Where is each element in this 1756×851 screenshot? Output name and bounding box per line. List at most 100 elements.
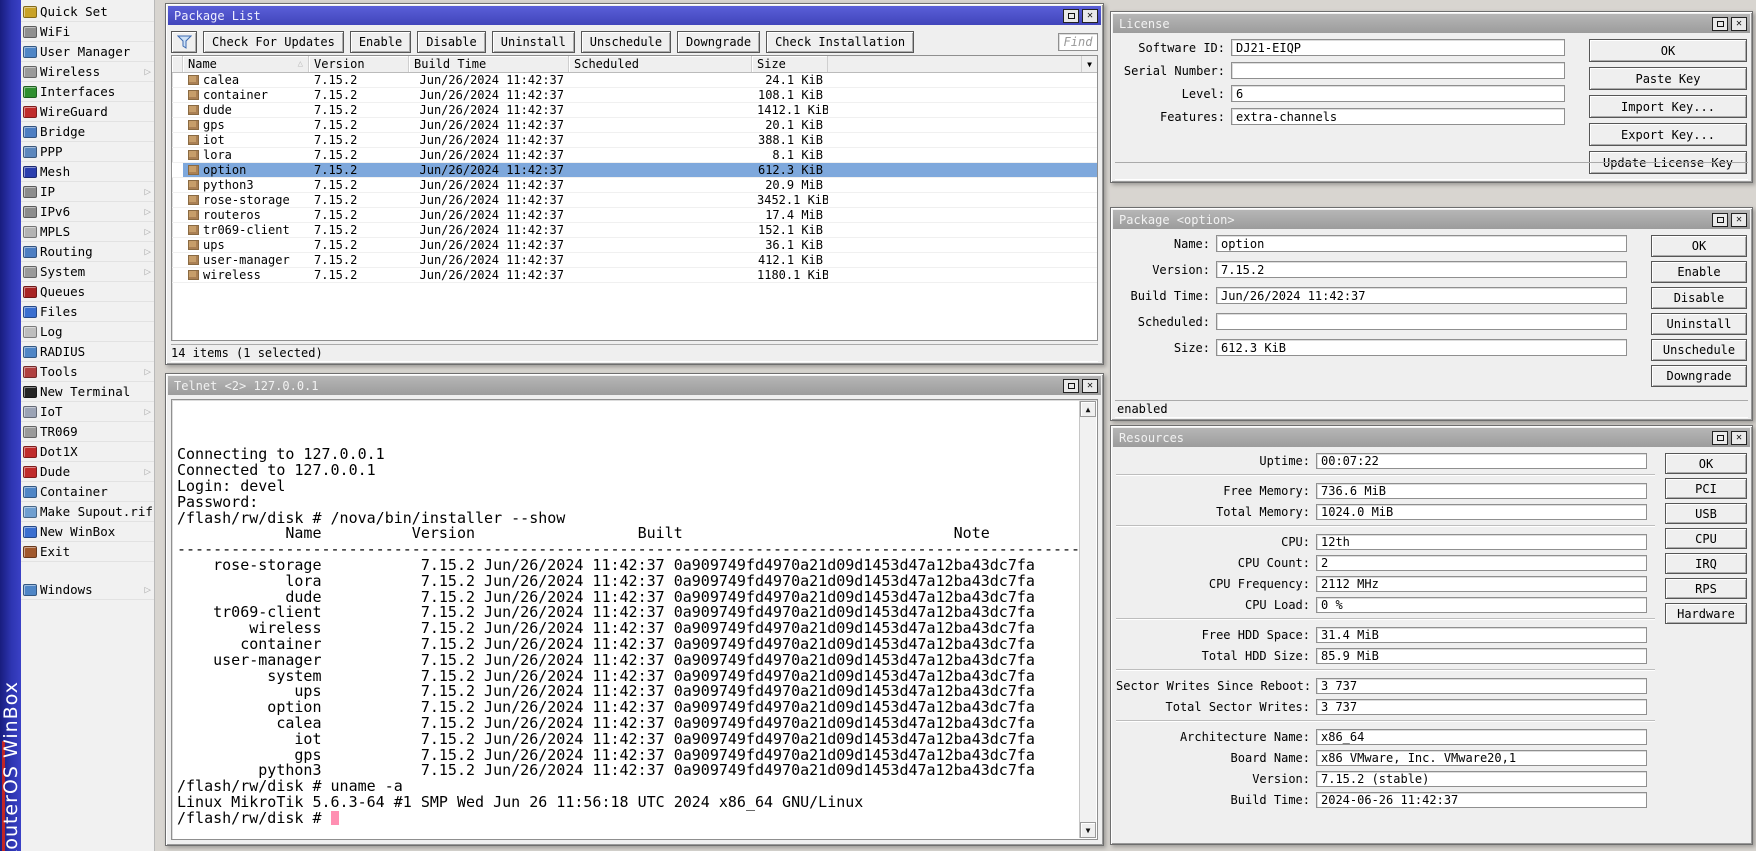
field-input[interactable]: 2: [1316, 555, 1647, 571]
table-row[interactable]: option 7.15.2 Jun/26/2024 11:42:37 612.3…: [172, 163, 1097, 178]
action-button[interactable]: USB: [1665, 503, 1747, 524]
sidebar-item[interactable]: PPP ▷: [21, 142, 154, 162]
table-row[interactable]: container 7.15.2 Jun/26/2024 11:42:37 10…: [172, 88, 1097, 103]
sidebar-item[interactable]: Wireless ▷: [21, 62, 154, 82]
sidebar-item[interactable]: Container ▷: [21, 482, 154, 502]
sidebar-item[interactable]: IoT ▷: [21, 402, 154, 422]
field-input[interactable]: 00:07:22: [1316, 453, 1647, 469]
sidebar-item[interactable]: System ▷: [21, 262, 154, 282]
toolbar-button[interactable]: Enable: [350, 31, 411, 53]
toolbar-button[interactable]: Uninstall: [492, 31, 575, 53]
sidebar-item[interactable]: Files ▷: [21, 302, 154, 322]
maximize-button[interactable]: [1712, 431, 1728, 445]
field-input[interactable]: [1231, 62, 1565, 79]
table-row[interactable]: lora 7.15.2 Jun/26/2024 11:42:37 8.1 KiB: [172, 148, 1097, 163]
field-input[interactable]: 85.9 MiB: [1316, 648, 1647, 664]
close-button[interactable]: ✕: [1082, 379, 1098, 393]
field-input[interactable]: 1024.0 MiB: [1316, 504, 1647, 520]
sidebar-item[interactable]: Log ▷: [21, 322, 154, 342]
sidebar-item[interactable]: Dot1X ▷: [21, 442, 154, 462]
table-row[interactable]: wireless 7.15.2 Jun/26/2024 11:42:37 118…: [172, 268, 1097, 283]
maximize-button[interactable]: [1712, 17, 1728, 31]
table-row[interactable]: rose-storage 7.15.2 Jun/26/2024 11:42:37…: [172, 193, 1097, 208]
sidebar-item[interactable]: WiFi ▷: [21, 22, 154, 42]
close-button[interactable]: ✕: [1082, 9, 1098, 23]
sidebar-item[interactable]: Queues ▷: [21, 282, 154, 302]
field-input[interactable]: extra-channels: [1231, 108, 1565, 125]
action-button[interactable]: Downgrade: [1651, 365, 1747, 387]
terminal-scrollbar[interactable]: ▲ ▼: [1079, 401, 1096, 838]
package-list-titlebar[interactable]: Package List ✕: [168, 6, 1101, 25]
action-button[interactable]: OK: [1651, 235, 1747, 257]
action-button[interactable]: OK: [1589, 39, 1747, 62]
sidebar-item[interactable]: IPv6 ▷: [21, 202, 154, 222]
table-row[interactable]: python3 7.15.2 Jun/26/2024 11:42:37 20.9…: [172, 178, 1097, 193]
sidebar-item[interactable]: User Manager ▷: [21, 42, 154, 62]
terminal-area[interactable]: Connecting to 127.0.0.1 Connected to 127…: [171, 399, 1098, 840]
field-input[interactable]: 0 %: [1316, 597, 1647, 613]
field-input[interactable]: 3 737: [1316, 678, 1647, 694]
maximize-button[interactable]: [1063, 379, 1079, 393]
sidebar-item[interactable]: Routing ▷: [21, 242, 154, 262]
sidebar-item-windows[interactable]: Windows ▷: [21, 580, 154, 600]
action-button[interactable]: IRQ: [1665, 553, 1747, 574]
field-input[interactable]: x86_64: [1316, 729, 1647, 745]
field-input[interactable]: 7.15.2 (stable): [1316, 771, 1647, 787]
action-button[interactable]: PCI: [1665, 478, 1747, 499]
scroll-down-icon[interactable]: ▼: [1080, 822, 1096, 838]
sidebar-item[interactable]: Dude ▷: [21, 462, 154, 482]
action-button[interactable]: Enable: [1651, 261, 1747, 283]
table-row[interactable]: dude 7.15.2 Jun/26/2024 11:42:37 1412.1 …: [172, 103, 1097, 118]
scheduled-column-header[interactable]: Scheduled: [569, 56, 752, 72]
field-input[interactable]: 3 737: [1316, 699, 1647, 715]
field-input[interactable]: 2112 MHz: [1316, 576, 1647, 592]
table-row[interactable]: ups 7.15.2 Jun/26/2024 11:42:37 36.1 KiB: [172, 238, 1097, 253]
action-button[interactable]: Paste Key: [1589, 67, 1747, 90]
toolbar-button[interactable]: Check For Updates: [203, 31, 344, 53]
size-column-header[interactable]: Size: [752, 56, 828, 72]
sidebar-item[interactable]: Interfaces ▷: [21, 82, 154, 102]
sidebar-item[interactable]: Quick Set ▷: [21, 2, 154, 22]
field-input[interactable]: 612.3 KiB: [1216, 339, 1627, 356]
toolbar-button[interactable]: Check Installation: [766, 31, 914, 53]
toolbar-button[interactable]: Downgrade: [677, 31, 760, 53]
action-button[interactable]: Export Key...: [1589, 123, 1747, 146]
scroll-up-icon[interactable]: ▲: [1080, 401, 1096, 417]
package-option-titlebar[interactable]: Package <option> ✕: [1113, 210, 1750, 229]
sidebar-item[interactable]: RADIUS ▷: [21, 342, 154, 362]
sidebar-item[interactable]: New Terminal ▷: [21, 382, 154, 402]
sidebar-item[interactable]: Mesh ▷: [21, 162, 154, 182]
sidebar-item[interactable]: Tools ▷: [21, 362, 154, 382]
sidebar-item[interactable]: IP ▷: [21, 182, 154, 202]
field-input[interactable]: 6: [1231, 85, 1565, 102]
close-button[interactable]: ✕: [1731, 17, 1747, 31]
toolbar-button[interactable]: Unschedule: [581, 31, 671, 53]
filter-button[interactable]: [171, 31, 197, 53]
license-titlebar[interactable]: License ✕: [1113, 14, 1750, 33]
column-select-dropdown[interactable]: ▼: [1081, 56, 1097, 72]
action-button[interactable]: Disable: [1651, 287, 1747, 309]
action-button[interactable]: Uninstall: [1651, 313, 1747, 335]
action-button[interactable]: Import Key...: [1589, 95, 1747, 118]
action-button[interactable]: Hardware: [1665, 603, 1747, 624]
field-input[interactable]: [1216, 313, 1627, 330]
find-input[interactable]: Find: [1058, 33, 1098, 51]
action-button[interactable]: RPS: [1665, 578, 1747, 599]
build-time-column-header[interactable]: Build Time: [409, 56, 569, 72]
sidebar-item[interactable]: New WinBox ▷: [21, 522, 154, 542]
field-input[interactable]: Jun/26/2024 11:42:37: [1216, 287, 1627, 304]
field-input[interactable]: 7.15.2: [1216, 261, 1627, 278]
field-input[interactable]: 736.6 MiB: [1316, 483, 1647, 499]
sidebar-item[interactable]: MPLS ▷: [21, 222, 154, 242]
sidebar-item[interactable]: Bridge ▷: [21, 122, 154, 142]
table-row[interactable]: tr069-client 7.15.2 Jun/26/2024 11:42:37…: [172, 223, 1097, 238]
maximize-button[interactable]: [1712, 213, 1728, 227]
field-input[interactable]: option: [1216, 235, 1627, 252]
table-row[interactable]: gps 7.15.2 Jun/26/2024 11:42:37 20.1 KiB: [172, 118, 1097, 133]
close-button[interactable]: ✕: [1731, 213, 1747, 227]
maximize-button[interactable]: [1063, 9, 1079, 23]
sidebar-item[interactable]: Exit ▷: [21, 542, 154, 562]
sidebar-item[interactable]: WireGuard ▷: [21, 102, 154, 122]
field-input[interactable]: x86 VMware, Inc. VMware20,1: [1316, 750, 1647, 766]
field-input[interactable]: 31.4 MiB: [1316, 627, 1647, 643]
